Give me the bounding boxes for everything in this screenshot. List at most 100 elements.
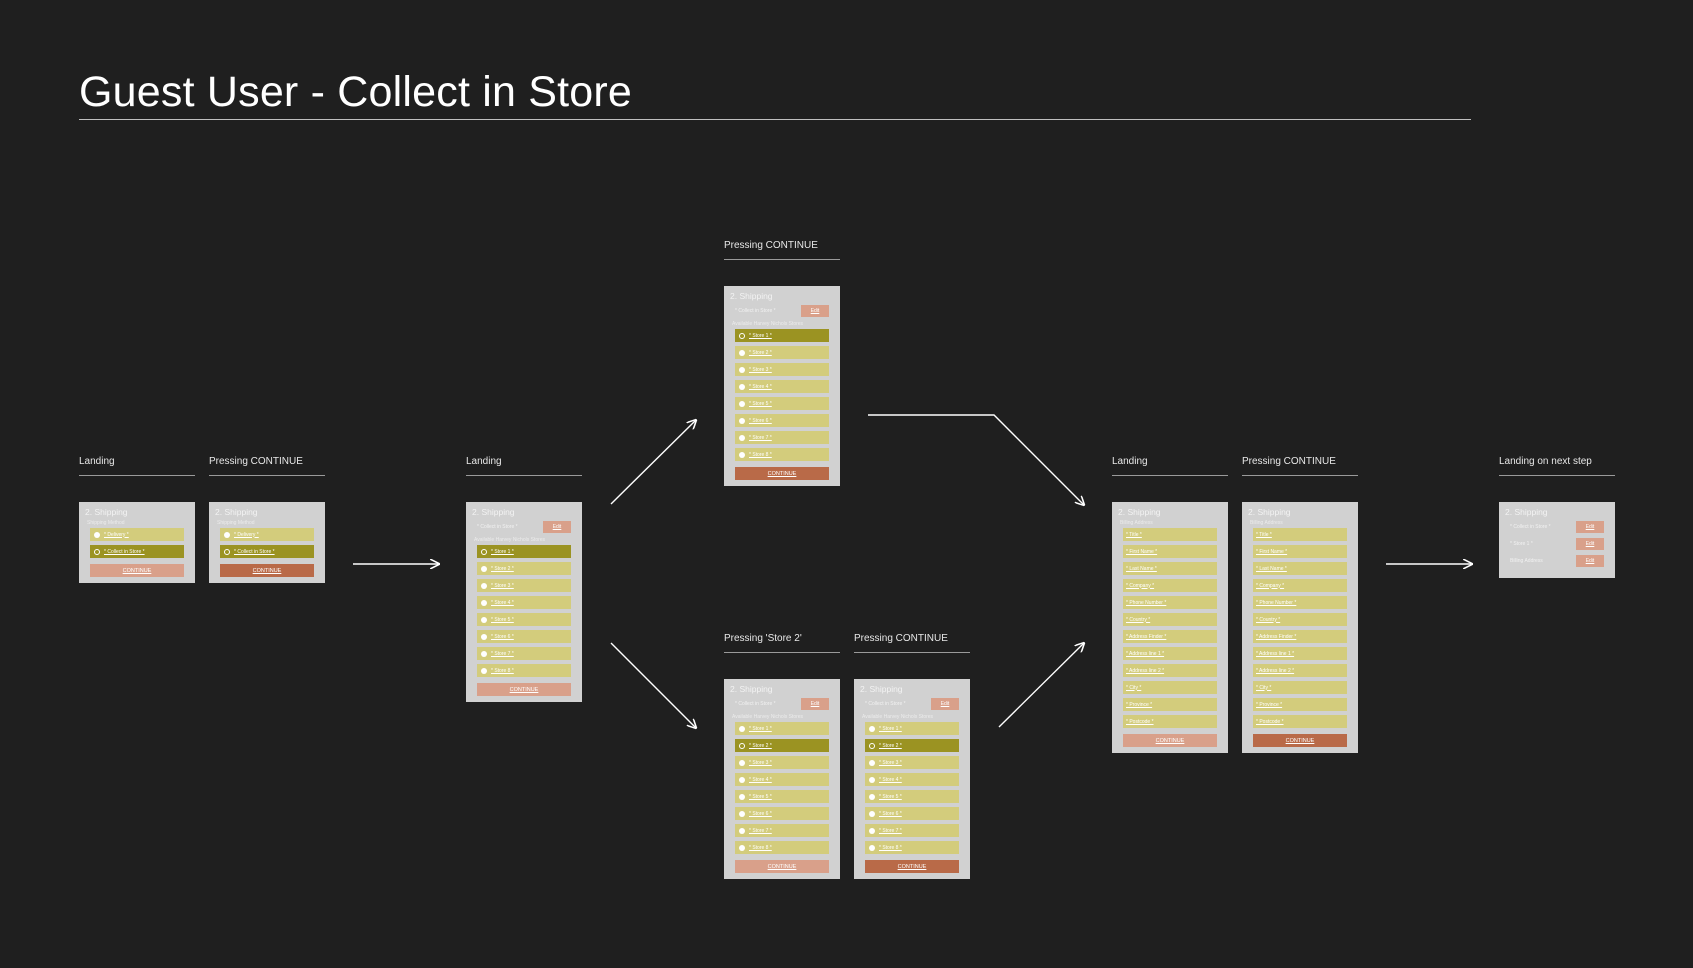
store-option-label: * Store 6 * xyxy=(491,633,514,640)
label-landing-next-step: Landing on next step xyxy=(1499,456,1615,476)
continue-button[interactable]: CONTINUE xyxy=(735,860,829,873)
store-option-8[interactable]: * Store 8 * xyxy=(865,841,959,854)
store-option-label: * Store 2 * xyxy=(879,742,902,749)
option-collect-in-store[interactable]: * Collect in Store * xyxy=(220,545,314,558)
store-option-4[interactable]: * Store 4 * xyxy=(865,773,959,786)
radio-icon xyxy=(481,667,487,674)
store-option-6[interactable]: * Store 6 * xyxy=(865,807,959,820)
store-option-1[interactable]: * Store 1 * xyxy=(865,722,959,735)
billing-field-1[interactable]: * Title * xyxy=(1253,528,1347,541)
billing-field-3[interactable]: * Last Name * xyxy=(1253,562,1347,575)
billing-field-7[interactable]: * Address Finder * xyxy=(1123,630,1217,643)
continue-button[interactable]: CONTINUE xyxy=(220,564,314,577)
store-option-7[interactable]: * Store 7 * xyxy=(477,647,571,660)
billing-field-10[interactable]: * City * xyxy=(1253,681,1347,694)
store-option-3[interactable]: * Store 3 * xyxy=(477,579,571,592)
radio-selected-icon xyxy=(481,548,487,555)
radio-icon xyxy=(869,725,875,732)
store-option-6[interactable]: * Store 6 * xyxy=(735,414,829,427)
billing-field-2[interactable]: * First Name * xyxy=(1253,545,1347,558)
edit-button[interactable]: Edit xyxy=(1576,537,1604,550)
store-option-4[interactable]: * Store 4 * xyxy=(477,596,571,609)
store-option-8[interactable]: * Store 8 * xyxy=(477,664,571,677)
continue-button[interactable]: CONTINUE xyxy=(1253,734,1347,747)
edit-button[interactable]: Edit xyxy=(801,697,829,710)
billing-field-8[interactable]: * Address line 1 * xyxy=(1253,647,1347,660)
store-option-label: * Store 1 * xyxy=(879,725,902,732)
store-option-label: * Store 7 * xyxy=(749,434,772,441)
option-delivery[interactable]: * Delivery * xyxy=(220,528,314,541)
edit-button[interactable]: Edit xyxy=(801,304,829,317)
edit-button[interactable]: Edit xyxy=(1576,520,1604,533)
billing-field-8[interactable]: * Address line 1 * xyxy=(1123,647,1217,660)
store-option-3[interactable]: * Store 3 * xyxy=(735,756,829,769)
collect-summary: * Collect in Store * xyxy=(735,700,776,707)
option-label: * Collect in Store * xyxy=(104,548,145,555)
edit-button[interactable]: Edit xyxy=(543,520,571,533)
collect-summary: * Collect in Store * xyxy=(477,523,518,530)
edit-button[interactable]: Edit xyxy=(931,697,959,710)
radio-selected-icon xyxy=(739,332,745,339)
store-option-6[interactable]: * Store 6 * xyxy=(477,630,571,643)
continue-button[interactable]: CONTINUE xyxy=(477,683,571,696)
label-pressing-continue-method: Pressing CONTINUE xyxy=(209,456,325,476)
billing-field-12[interactable]: * Postcode * xyxy=(1253,715,1347,728)
billing-field-5[interactable]: * Phone Number * xyxy=(1123,596,1217,609)
store-option-6[interactable]: * Store 6 * xyxy=(735,807,829,820)
store-option-5[interactable]: * Store 5 * xyxy=(865,790,959,803)
billing-field-4[interactable]: * Company * xyxy=(1253,579,1347,592)
store-option-2[interactable]: * Store 2 * xyxy=(735,346,829,359)
continue-button[interactable]: CONTINUE xyxy=(90,564,184,577)
store-option-label: * Store 7 * xyxy=(749,827,772,834)
continue-button[interactable]: CONTINUE xyxy=(865,860,959,873)
store-option-7[interactable]: * Store 7 * xyxy=(735,431,829,444)
billing-field-9[interactable]: * Address line 2 * xyxy=(1123,664,1217,677)
store-option-8[interactable]: * Store 8 * xyxy=(735,448,829,461)
store-option-4[interactable]: * Store 4 * xyxy=(735,773,829,786)
billing-field-3[interactable]: * Last Name * xyxy=(1123,562,1217,575)
billing-field-11[interactable]: * Province * xyxy=(1123,698,1217,711)
store-option-1[interactable]: * Store 1 * xyxy=(477,545,571,558)
billing-field-6[interactable]: * Country * xyxy=(1253,613,1347,626)
option-collect-in-store[interactable]: * Collect in Store * xyxy=(90,545,184,558)
store-option-8[interactable]: * Store 8 * xyxy=(735,841,829,854)
store-option-7[interactable]: * Store 7 * xyxy=(865,824,959,837)
store-option-2[interactable]: * Store 2 * xyxy=(735,739,829,752)
store-option-3[interactable]: * Store 3 * xyxy=(735,363,829,376)
billing-field-4[interactable]: * Company * xyxy=(1123,579,1217,592)
continue-button[interactable]: CONTINUE xyxy=(735,467,829,480)
store-option-1[interactable]: * Store 1 * xyxy=(735,329,829,342)
store-option-5[interactable]: * Store 5 * xyxy=(735,790,829,803)
billing-field-2[interactable]: * First Name * xyxy=(1123,545,1217,558)
billing-field-9[interactable]: * Address line 2 * xyxy=(1253,664,1347,677)
store-list: * Store 1 * * Store 2 * * Store 3 * * Store… xyxy=(735,722,829,854)
store-option-4[interactable]: * Store 4 * xyxy=(735,380,829,393)
store-option-3[interactable]: * Store 3 * xyxy=(865,756,959,769)
label-pressing-continue-store2: Pressing CONTINUE xyxy=(854,633,970,653)
store-option-2[interactable]: * Store 2 * xyxy=(477,562,571,575)
arrow-to-billing-from-store1 xyxy=(868,414,1084,505)
billing-field-5[interactable]: * Phone Number * xyxy=(1253,596,1347,609)
billing-field-7[interactable]: * Address Finder * xyxy=(1253,630,1347,643)
store-option-2[interactable]: * Store 2 * xyxy=(865,739,959,752)
store-option-7[interactable]: * Store 7 * xyxy=(735,824,829,837)
option-delivery[interactable]: * Delivery * xyxy=(90,528,184,541)
billing-field-1[interactable]: * Title * xyxy=(1123,528,1217,541)
store-option-label: * Store 3 * xyxy=(749,366,772,373)
billing-address-label: Billing Address xyxy=(1250,520,1283,526)
frame-heading: 2. Shipping xyxy=(472,507,515,517)
billing-field-6[interactable]: * Country * xyxy=(1123,613,1217,626)
edit-button[interactable]: Edit xyxy=(1576,554,1604,567)
billing-field-12[interactable]: * Postcode * xyxy=(1123,715,1217,728)
frame-heading: 2. Shipping xyxy=(1248,507,1291,517)
billing-field-10[interactable]: * City * xyxy=(1123,681,1217,694)
store-option-5[interactable]: * Store 5 * xyxy=(477,613,571,626)
billing-field-label: * City * xyxy=(1256,684,1272,691)
store-option-1[interactable]: * Store 1 * xyxy=(735,722,829,735)
continue-button[interactable]: CONTINUE xyxy=(1123,734,1217,747)
billing-field-11[interactable]: * Province * xyxy=(1253,698,1347,711)
frame-heading: 2. Shipping xyxy=(215,507,258,517)
store-option-5[interactable]: * Store 5 * xyxy=(735,397,829,410)
billing-field-label: * Address Finder * xyxy=(1256,633,1297,640)
radio-icon xyxy=(869,759,875,766)
